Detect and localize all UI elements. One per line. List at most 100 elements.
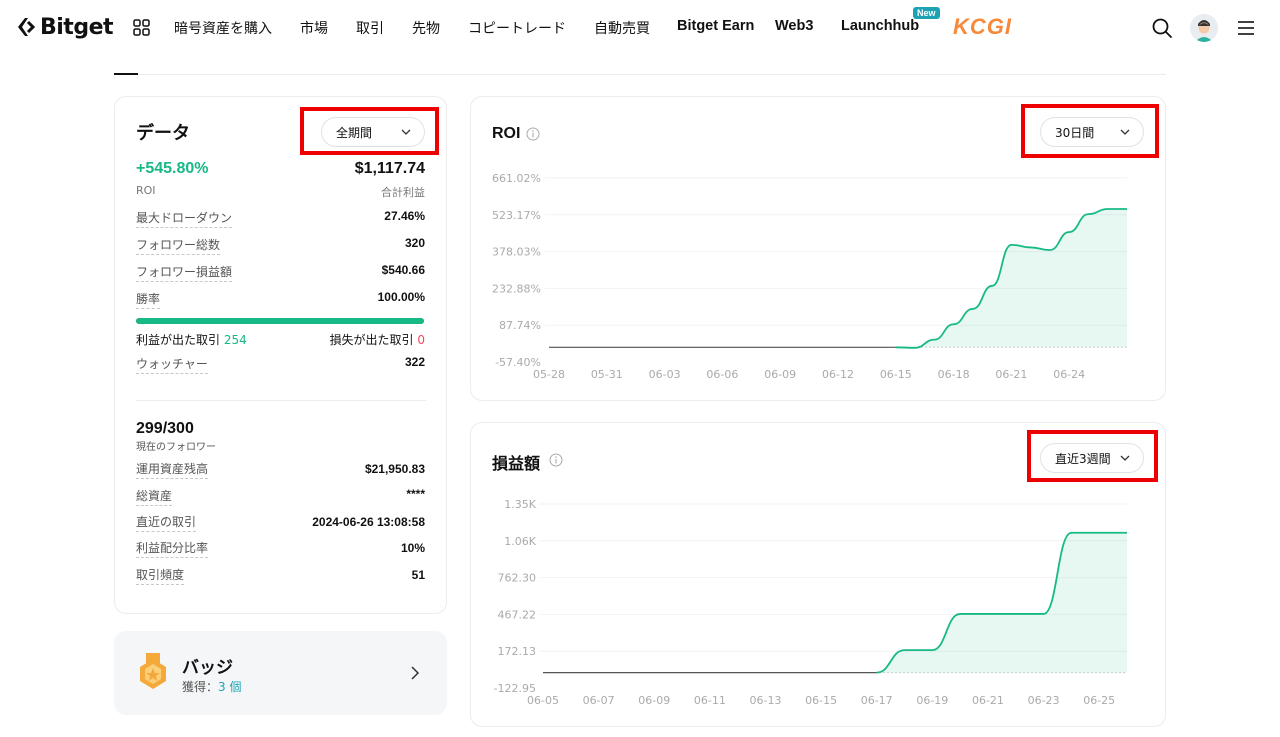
nav-item-copy-trade[interactable]: コピートレード bbox=[468, 18, 566, 38]
data-card: データ 全期間 +545.80% $1,117.74 ROI 合計利益 最大ドロ… bbox=[114, 96, 447, 614]
x-tick-label: 06-13 bbox=[749, 694, 781, 707]
x-tick-label: 06-06 bbox=[706, 368, 738, 381]
new-badge: New bbox=[913, 7, 940, 19]
win-rate-bar-fill bbox=[136, 318, 424, 324]
nav-item-futures[interactable]: 先物 bbox=[412, 18, 440, 38]
trade-frequency-label: 取引頻度 bbox=[136, 566, 185, 585]
top-nav: Bitget 暗号資産を購入 市場 取引 先物 コピートレード 自動売買 Bit… bbox=[0, 0, 1280, 56]
x-tick-label: 06-21 bbox=[972, 694, 1004, 707]
x-tick-label: 06-07 bbox=[583, 694, 615, 707]
highlight-box-pnl-period bbox=[1027, 430, 1158, 482]
total-assets-label: 総資産 bbox=[136, 487, 173, 506]
menu-icon[interactable] bbox=[1236, 18, 1256, 38]
y-tick-label: 172.13 bbox=[498, 645, 537, 658]
follower-pnl-label: フォロワー損益額 bbox=[136, 263, 233, 282]
y-tick-label: 467.22 bbox=[498, 608, 537, 621]
chevron-right-icon bbox=[411, 666, 420, 680]
y-tick-label: 378.03% bbox=[492, 246, 541, 259]
nav-item-earn[interactable]: Bitget Earn bbox=[677, 18, 754, 34]
x-tick-label: 05-31 bbox=[591, 368, 623, 381]
series-area bbox=[549, 208, 1127, 348]
nav-item-launchhub[interactable]: Launchhub bbox=[841, 18, 919, 34]
win-rate-bar-track bbox=[136, 318, 424, 324]
loss-trades-count: 0 bbox=[417, 333, 425, 347]
highlight-box-period bbox=[300, 107, 439, 155]
trade-frequency-value: 51 bbox=[411, 568, 425, 582]
roi-value: +545.80% bbox=[136, 160, 209, 177]
aum-value: $21,950.83 bbox=[364, 462, 425, 476]
avatar[interactable] bbox=[1190, 14, 1218, 42]
x-tick-label: 06-17 bbox=[861, 694, 893, 707]
nav-item-trade[interactable]: 取引 bbox=[356, 18, 384, 38]
y-tick-label: 661.02% bbox=[492, 172, 541, 185]
y-tick-label: 762.30 bbox=[498, 572, 537, 585]
x-tick-label: 06-18 bbox=[938, 368, 970, 381]
y-tick-label: 1.35K bbox=[504, 498, 536, 511]
y-tick-label: 1.06K bbox=[504, 535, 536, 548]
profit-trades-text: 利益が出た取引 bbox=[136, 333, 221, 347]
x-tick-label: 06-24 bbox=[1053, 368, 1085, 381]
x-tick-label: 06-15 bbox=[880, 368, 912, 381]
medal-icon bbox=[140, 653, 166, 689]
total-followers-value: 320 bbox=[404, 236, 425, 250]
watchers-value: 322 bbox=[404, 355, 425, 369]
profit-share-label: 利益配分比率 bbox=[136, 539, 209, 558]
x-tick-label: 06-15 bbox=[805, 694, 837, 707]
bitget-logo[interactable]: Bitget bbox=[16, 12, 114, 42]
max-drawdown-label: 最大ドローダウン bbox=[136, 209, 233, 228]
nav-item-markets[interactable]: 市場 bbox=[300, 18, 328, 38]
brand-name: Bitget bbox=[40, 14, 114, 40]
loss-trades-text: 損失が出た取引 bbox=[329, 333, 414, 347]
total-assets-value: **** bbox=[406, 487, 425, 501]
bitget-logo-icon bbox=[18, 18, 36, 36]
profit-trades-count: 254 bbox=[223, 333, 247, 347]
data-card-title: データ bbox=[136, 123, 190, 144]
nav-item-bots[interactable]: 自動売買 bbox=[594, 18, 650, 38]
x-tick-label: 06-11 bbox=[694, 694, 726, 707]
x-tick-label: 06-03 bbox=[649, 368, 681, 381]
last-trade-value: 2024-06-26 13:08:58 bbox=[312, 515, 425, 529]
win-rate-value: 100.00% bbox=[377, 290, 425, 304]
watchers-label: ウォッチャー bbox=[136, 355, 208, 374]
search-icon[interactable] bbox=[1151, 17, 1173, 39]
avatar-icon bbox=[1190, 14, 1218, 42]
nav-item-buy-crypto[interactable]: 暗号資産を購入 bbox=[174, 18, 272, 38]
y-tick-label: 232.88% bbox=[492, 282, 541, 295]
badge-card[interactable]: バッジ 獲得：3 個 bbox=[114, 631, 447, 715]
followers-count: 299/300 bbox=[136, 420, 194, 437]
roi-label: ROI bbox=[136, 184, 156, 197]
subtab-active-indicator bbox=[114, 73, 138, 75]
kcgi-logo[interactable]: KCGI bbox=[953, 14, 1012, 40]
followers-label: 現在のフォロワー bbox=[136, 442, 216, 453]
badge-earned-label: 獲得： bbox=[182, 680, 219, 694]
badge-title: バッジ bbox=[182, 658, 233, 678]
total-profit-label: 合計利益 bbox=[381, 186, 425, 199]
loss-trades-label: 損失が出た取引 0 bbox=[330, 331, 425, 348]
section-divider bbox=[136, 400, 426, 401]
x-tick-label: 06-05 bbox=[527, 694, 559, 707]
nav-item-web3[interactable]: Web3 bbox=[775, 18, 813, 34]
aum-label: 運用資産残高 bbox=[136, 460, 209, 479]
profit-share-value: 10% bbox=[400, 541, 425, 555]
badge-earned: 獲得：3 個 bbox=[182, 678, 241, 695]
x-tick-label: 06-23 bbox=[1028, 694, 1060, 707]
x-tick-label: 06-12 bbox=[822, 368, 854, 381]
x-tick-label: 06-25 bbox=[1083, 694, 1115, 707]
x-tick-label: 06-09 bbox=[638, 694, 670, 707]
profit-trades-label: 利益が出た取引 254 bbox=[136, 331, 247, 348]
y-tick-label: 523.17% bbox=[492, 209, 541, 222]
win-rate-label: 勝率 bbox=[136, 290, 161, 309]
highlight-box-roi-period bbox=[1021, 104, 1159, 158]
max-drawdown-value: 27.46% bbox=[384, 209, 425, 223]
total-followers-label: フォロワー総数 bbox=[136, 236, 221, 255]
follower-pnl-value: $540.66 bbox=[381, 263, 425, 277]
x-tick-label: 05-28 bbox=[533, 368, 565, 381]
y-tick-label: 87.74% bbox=[499, 319, 541, 332]
x-tick-label: 06-21 bbox=[995, 368, 1027, 381]
total-profit-value: $1,117.74 bbox=[354, 160, 425, 177]
badge-earned-count: 3 個 bbox=[218, 680, 242, 694]
last-trade-label: 直近の取引 bbox=[136, 513, 197, 532]
grid-icon[interactable] bbox=[133, 19, 150, 36]
x-tick-label: 06-09 bbox=[764, 368, 796, 381]
subtabs-divider bbox=[114, 74, 1166, 75]
